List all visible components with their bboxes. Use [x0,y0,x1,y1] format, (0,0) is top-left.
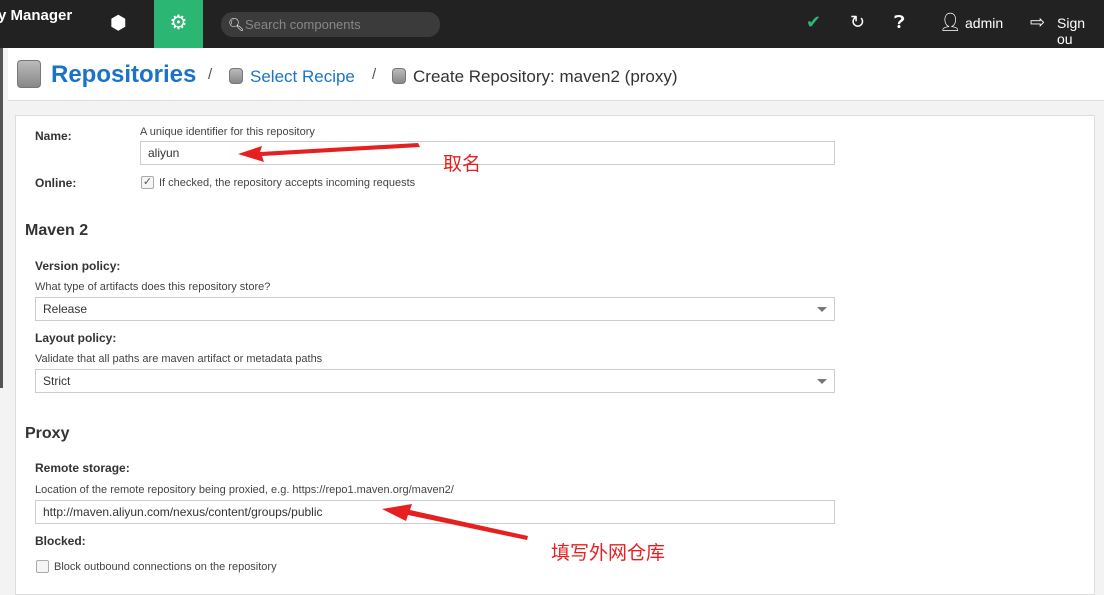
name-annotation: 取名 [443,154,482,175]
remote-annotation: 填写外网仓库 [551,543,666,564]
annotation-arrows [238,143,528,540]
arrow-to-remote [382,504,528,540]
arrow-to-name [238,143,420,162]
